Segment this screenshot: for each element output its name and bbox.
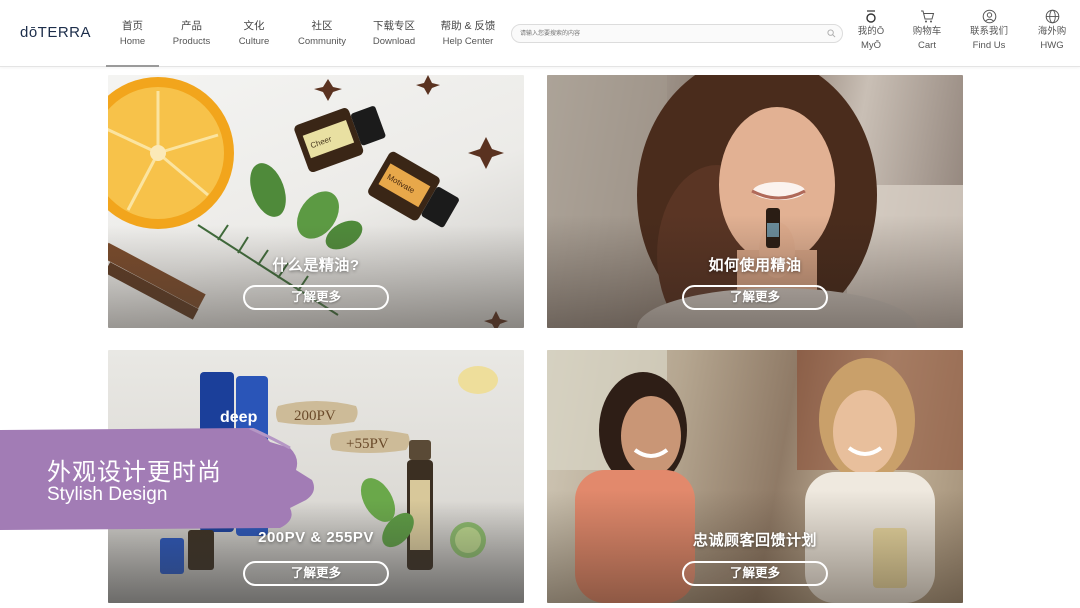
nav-item-download[interactable]: 下载专区 Download [360, 0, 428, 67]
search-input[interactable] [520, 27, 820, 41]
nav-item-label-en: Products [172, 36, 211, 47]
tile-what-are-essential-oils[interactable]: Cheer Motivate 什么是精油? 了解更多 [108, 75, 524, 328]
doterra-logo[interactable]: dōTERRA [20, 24, 91, 41]
learn-more-button[interactable]: 了解更多 [243, 285, 389, 310]
site-header: dōTERRA 首页 Home 产品 Products 文化 Culture 社… [0, 0, 1080, 67]
learn-more-button[interactable]: 了解更多 [682, 285, 828, 310]
nav-item-label-zh: 帮助 & 反馈 [440, 20, 496, 32]
learn-more-button[interactable]: 了解更多 [682, 561, 828, 586]
tile-title: 如何使用精油 [708, 257, 802, 274]
nav-item-community[interactable]: 社区 Community [284, 0, 360, 67]
util-cart[interactable]: 购物车 Cart [902, 9, 952, 53]
tile-loyalty-rewards-program[interactable]: 忠诚顾客回馈计划 了解更多 [547, 350, 963, 603]
util-find-us[interactable]: 联系我们 Find Us [964, 9, 1014, 53]
nav-item-label-zh: 首页 [122, 20, 143, 32]
banner-title-en: Stylish Design [47, 484, 168, 505]
tile-title: 忠诚顾客回馈计划 [692, 532, 817, 549]
learn-more-button[interactable]: 了解更多 [243, 561, 389, 586]
search-icon[interactable] [827, 29, 836, 38]
banner-title-zh: 外观设计更时尚 [47, 459, 222, 486]
pv-badge-200: 200PV [294, 408, 336, 424]
main-nav: 首页 Home 产品 Products 文化 Culture 社区 Commun… [106, 0, 508, 67]
nav-item-label-zh: 产品 [181, 20, 202, 32]
nav-item-home[interactable]: 首页 Home [106, 0, 159, 67]
util-label-zh: 海外购 [1037, 26, 1067, 37]
tube-label: deep [220, 409, 258, 426]
util-label-en: Find Us [972, 40, 1006, 51]
nav-item-label-en: Help Center [442, 36, 494, 47]
tile-title: 什么是精油? [272, 257, 360, 274]
tile-shade [108, 225, 524, 328]
nav-item-label-en: Download [372, 36, 416, 47]
util-myo[interactable]: 我的Ō MyŌ [846, 9, 896, 53]
nav-item-label-en: Culture [238, 36, 270, 47]
util-label-zh: 我的Ō [857, 26, 885, 37]
myo-logo-icon [846, 9, 896, 24]
util-hwg[interactable]: 海外购 HWG [1027, 9, 1077, 53]
util-label-en: MyŌ [860, 40, 882, 51]
cart-icon [902, 9, 952, 24]
pv-badge-55: +55PV [346, 436, 389, 452]
nav-item-help-center[interactable]: 帮助 & 反馈 Help Center [428, 0, 508, 67]
nav-item-label-en: Home [119, 36, 146, 47]
tile-title: 200PV & 255PV [258, 529, 374, 546]
globe-icon [1027, 9, 1077, 24]
util-label-en: Cart [918, 40, 936, 51]
util-label-en: HWG [1040, 40, 1064, 51]
user-circle-icon [964, 9, 1014, 24]
nav-item-culture[interactable]: 文化 Culture [224, 0, 284, 67]
nav-item-label-zh: 文化 [243, 20, 265, 32]
nav-item-label-zh: 社区 [311, 20, 333, 32]
nav-item-label-zh: 下载专区 [373, 20, 415, 32]
stylish-design-banner: 外观设计更时尚 Stylish Design [0, 428, 318, 530]
util-label-zh: 购物车 [912, 26, 942, 37]
search-box [511, 24, 843, 43]
tile-how-to-use-oils[interactable]: 如何使用精油 了解更多 [547, 75, 963, 328]
nav-item-products[interactable]: 产品 Products [159, 0, 224, 67]
util-label-zh: 联系我们 [969, 26, 1008, 37]
nav-item-label-en: Community [297, 36, 347, 47]
